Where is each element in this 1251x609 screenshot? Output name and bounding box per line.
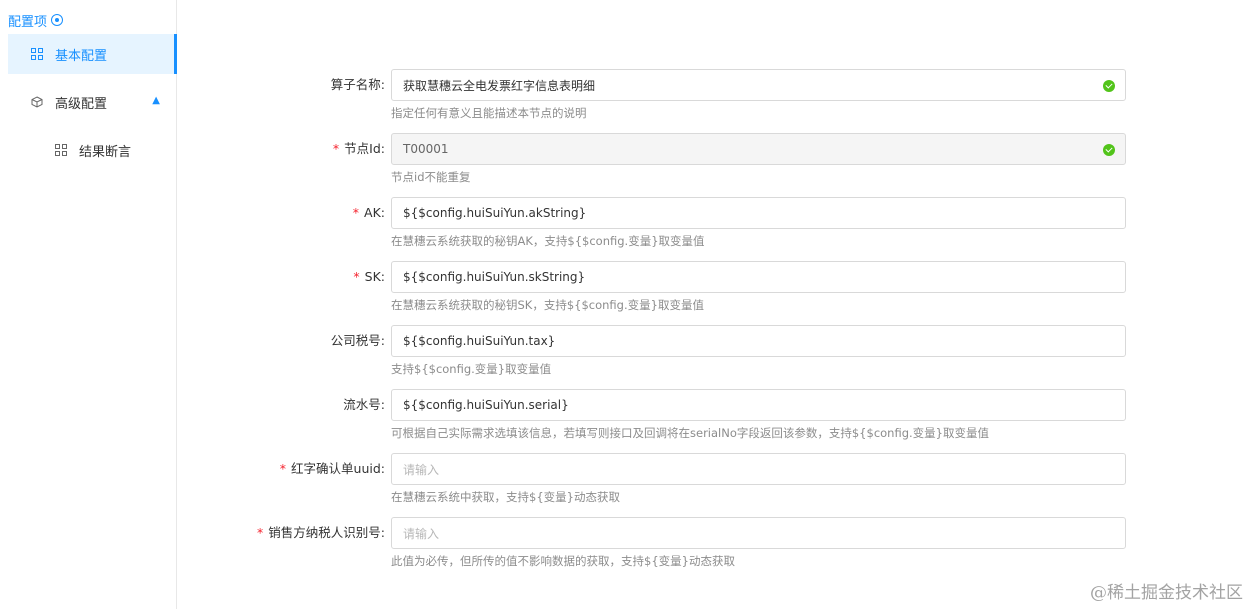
input-value: ${$config.huiSuiYun.skString} bbox=[403, 270, 586, 284]
appstore-icon bbox=[55, 144, 67, 156]
sidebar-item-advanced-config[interactable]: 高级配置 ▲ bbox=[8, 82, 168, 122]
sidebar-item-label: 高级配置 bbox=[55, 96, 108, 112]
input-value: ${$config.huiSuiYun.tax} bbox=[403, 334, 556, 348]
check-circle-icon bbox=[1103, 144, 1115, 156]
field-help: 此值为必传，但所传的值不影响数据的获取，支持${变量}动态获取 bbox=[391, 554, 735, 568]
required-asterisk: * bbox=[279, 461, 287, 476]
sidebar-item-label: 结果断言 bbox=[79, 144, 132, 160]
red-confirm-uuid-input[interactable]: 请输入 bbox=[391, 453, 1126, 485]
field-label-text: 红字确认单uuid: bbox=[291, 461, 385, 476]
input-value: 获取慧穗云全电发票红字信息表明细 bbox=[403, 78, 596, 93]
field-help: 在慧穗云系统中获取，支持${变量}动态获取 bbox=[391, 490, 620, 504]
field-label-text: AK: bbox=[364, 205, 385, 220]
sidebar-item-result-assertion[interactable]: 结果断言 bbox=[8, 130, 168, 170]
input-placeholder: 请输入 bbox=[403, 462, 440, 477]
required-asterisk: * bbox=[332, 141, 340, 156]
field-label-text: 节点Id: bbox=[344, 141, 385, 156]
sidebar-item-label: 基本配置 bbox=[55, 48, 108, 64]
chevron-up-icon: ▲ bbox=[152, 95, 160, 106]
field-help: 节点id不能重复 bbox=[391, 170, 471, 184]
required-asterisk: * bbox=[257, 525, 264, 540]
seller-tax-id-input[interactable]: 请输入 bbox=[391, 517, 1126, 549]
input-value: ${$config.huiSuiYun.serial} bbox=[403, 398, 569, 412]
field-label-text: SK: bbox=[364, 269, 385, 284]
field-label: 公司税号: bbox=[331, 325, 385, 357]
input-placeholder: 请输入 bbox=[403, 526, 440, 541]
field-label: * 节点Id: bbox=[333, 133, 385, 165]
field-label-text: 流水号: bbox=[343, 397, 385, 412]
field-label: * 红字确认单uuid: bbox=[280, 453, 385, 485]
field-label-text: 算子名称: bbox=[330, 77, 385, 92]
field-label-text: 销售方纳税人识别号: bbox=[268, 525, 385, 540]
input-value: ${$config.huiSuiYun.akString} bbox=[403, 206, 587, 220]
watermark: @稀土掘金技术社区 bbox=[1090, 583, 1243, 603]
field-label-text: 公司税号: bbox=[330, 333, 385, 348]
sidebar-header-title: 配置项 bbox=[8, 14, 48, 30]
operator-name-input[interactable]: 获取慧穗云全电发票红字信息表明细 bbox=[391, 69, 1126, 101]
company-tax-input[interactable]: ${$config.huiSuiYun.tax} bbox=[391, 325, 1126, 357]
field-help: 可根据自己实际需求选填该信息，若填写则接口及回调将在serialNo字段返回该参… bbox=[391, 426, 989, 440]
field-label: 算子名称: bbox=[331, 69, 385, 101]
ak-input[interactable]: ${$config.huiSuiYun.akString} bbox=[391, 197, 1126, 229]
sidebar-item-basic-config[interactable]: 基本配置 bbox=[8, 34, 177, 74]
target-icon bbox=[51, 14, 64, 26]
sk-input[interactable]: ${$config.huiSuiYun.skString} bbox=[391, 261, 1126, 293]
cube-icon bbox=[31, 96, 43, 108]
field-label: * 销售方纳税人识别号: bbox=[257, 517, 385, 549]
check-circle-icon bbox=[1103, 80, 1115, 92]
field-help: 指定任何有意义且能描述本节点的说明 bbox=[391, 106, 587, 120]
input-value: T00001 bbox=[403, 142, 449, 156]
required-asterisk: * bbox=[353, 269, 360, 284]
required-asterisk: * bbox=[352, 205, 360, 220]
appstore-icon bbox=[31, 48, 43, 60]
field-label: * SK: bbox=[353, 261, 385, 293]
field-help: 支持${$config.变量}取变量值 bbox=[391, 362, 552, 376]
serial-input[interactable]: ${$config.huiSuiYun.serial} bbox=[391, 389, 1126, 421]
field-label: 流水号: bbox=[343, 389, 385, 421]
field-help: 在慧穗云系统获取的秘钥SK，支持${$config.变量}取变量值 bbox=[391, 298, 704, 312]
sidebar: 配置项 基本配置 高级配置 ▲ 结果断言 bbox=[0, 0, 177, 609]
sidebar-header: 配置项 bbox=[8, 10, 64, 30]
node-id-input[interactable]: T00001 bbox=[391, 133, 1126, 165]
field-label: * AK: bbox=[353, 197, 385, 229]
field-help: 在慧穗云系统获取的秘钥AK，支持${$config.变量}取变量值 bbox=[391, 234, 705, 248]
